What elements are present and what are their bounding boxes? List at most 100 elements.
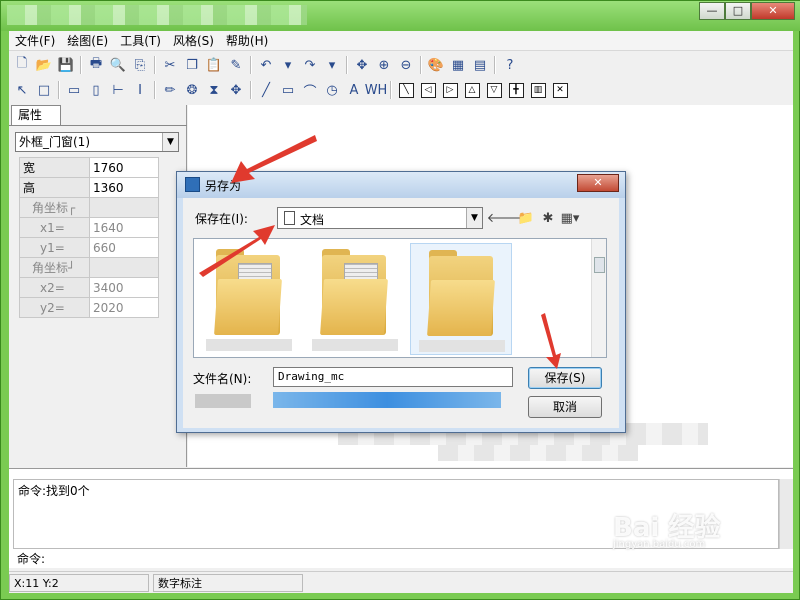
open-folder-icon[interactable]: 📂 <box>33 54 55 76</box>
cancel-button[interactable]: 取消 <box>528 396 602 418</box>
pane-diagonal-icon[interactable]: ╲ <box>395 79 417 101</box>
lookin-select[interactable]: 文档 ▼ <box>277 207 483 229</box>
pane-left-icon[interactable]: ◁ <box>417 79 439 101</box>
line-icon[interactable]: ╱ <box>255 79 277 101</box>
horizontal-bar-icon[interactable]: ⊢ <box>107 79 129 101</box>
print-preview-icon[interactable]: 🔍 <box>107 54 129 76</box>
move-icon[interactable]: ✥ <box>225 79 247 101</box>
document-icon <box>284 211 295 225</box>
new-folder-icon[interactable]: ✱ <box>537 208 559 228</box>
pane-cross-icon[interactable]: ╋ <box>505 79 527 101</box>
report-icon[interactable]: ▤ <box>469 54 491 76</box>
pan-icon[interactable]: ✥ <box>351 54 373 76</box>
dialog-title: 另存为 <box>205 179 242 193</box>
node-icon[interactable]: ❂ <box>181 79 203 101</box>
menu-style[interactable]: 风格(S) <box>167 32 220 49</box>
export-icon[interactable]: ⎘ <box>129 54 151 76</box>
mirror-icon[interactable]: ⧗ <box>203 79 225 101</box>
property-group-corner1[interactable]: 角坐标┌ <box>19 197 90 218</box>
property-value-y2[interactable]: 2020 <box>89 297 159 318</box>
tab-properties[interactable]: 属性 <box>11 105 61 125</box>
palette-icon[interactable]: 🎨 <box>425 54 447 76</box>
pane-up-icon[interactable]: △ <box>461 79 483 101</box>
filename-input[interactable]: Drawing_mc <box>273 367 513 387</box>
chevron-down-icon[interactable]: ▼ <box>466 208 482 228</box>
property-value-x1[interactable]: 1640 <box>89 217 159 238</box>
properties-body: 外框_门窗(1) ▼ 宽 1760 高 1360 角坐标┌ x1= 1640 y… <box>9 125 187 465</box>
list-item[interactable] <box>198 243 300 355</box>
rectangle-select-icon[interactable]: □ <box>33 79 55 101</box>
text-icon[interactable]: A <box>343 79 365 101</box>
property-value-y1[interactable]: 660 <box>89 237 159 258</box>
paste-icon[interactable]: 📋 <box>203 54 225 76</box>
property-key-height: 高 <box>19 177 90 198</box>
copy-icon[interactable]: ❐ <box>181 54 203 76</box>
print-icon[interactable]: 🖶 <box>85 54 107 76</box>
pane-down-icon[interactable]: ▽ <box>483 79 505 101</box>
list-item[interactable] <box>410 243 512 355</box>
property-value-x2[interactable]: 3400 <box>89 277 159 298</box>
property-grid: 宽 1760 高 1360 角坐标┌ x1= 1640 y1= 660 角坐标┘… <box>19 157 159 318</box>
pane-x-icon[interactable]: ✕ <box>549 79 571 101</box>
close-button[interactable]: ✕ <box>751 2 795 20</box>
vertical-bar-icon[interactable]: I <box>129 79 151 101</box>
property-row: 宽 1760 <box>19 157 159 178</box>
property-row: x2= 3400 <box>19 277 159 298</box>
undo-icon[interactable]: ↶ <box>255 54 277 76</box>
menu-tools[interactable]: 工具(T) <box>114 32 167 49</box>
undo-dropdown-icon[interactable]: ▾ <box>277 54 299 76</box>
arc-icon[interactable]: ⌒ <box>299 79 321 101</box>
dimension-icon[interactable]: WH <box>365 79 388 101</box>
circle-icon[interactable]: ◷ <box>321 79 343 101</box>
file-list[interactable] <box>193 238 607 358</box>
command-output-text: 命令:找到0个 <box>18 484 90 498</box>
minimize-button[interactable]: — <box>699 2 725 20</box>
brush-icon[interactable]: ✎ <box>225 54 247 76</box>
zoom-in-icon[interactable]: ⊕ <box>373 54 395 76</box>
up-folder-icon[interactable]: 📁 <box>515 208 537 228</box>
toolbar-separator <box>420 56 422 74</box>
property-value-width[interactable]: 1760 <box>89 157 159 178</box>
property-key-y1: y1= <box>19 237 90 258</box>
calculator-icon[interactable]: ▦ <box>447 54 469 76</box>
save-button[interactable]: 保存(S) <box>528 367 602 389</box>
vertical-frame-icon[interactable]: ▯ <box>85 79 107 101</box>
file-list-scrollbar[interactable] <box>591 239 606 357</box>
chevron-down-icon[interactable]: ▼ <box>162 133 178 151</box>
new-file-icon[interactable]: 🗋 <box>11 54 33 76</box>
menu-help[interactable]: 帮助(H) <box>220 32 274 49</box>
toolbar-separator <box>250 56 252 74</box>
zoom-out-icon[interactable]: ⊖ <box>395 54 417 76</box>
pane-right-icon[interactable]: ▷ <box>439 79 461 101</box>
property-group-corner2[interactable]: 角坐标┘ <box>19 257 90 278</box>
property-group-empty <box>89 197 159 218</box>
list-item[interactable] <box>304 243 406 355</box>
dialog-title-bar: 另存为 ✕ <box>177 172 625 198</box>
cut-icon[interactable]: ✂ <box>159 54 181 76</box>
scrollbar-thumb[interactable] <box>594 257 605 273</box>
rect-icon[interactable]: ▭ <box>277 79 299 101</box>
command-scrollbar[interactable] <box>779 479 793 549</box>
maximize-button[interactable]: □ <box>725 2 751 20</box>
menu-draw[interactable]: 绘图(E) <box>61 32 114 49</box>
pencil-icon[interactable]: ✏ <box>159 79 181 101</box>
property-row: y1= 660 <box>19 237 159 258</box>
dialog-close-button[interactable]: ✕ <box>577 174 619 192</box>
property-value-height[interactable]: 1360 <box>89 177 159 198</box>
object-select[interactable]: 外框_门窗(1) ▼ <box>15 132 179 152</box>
view-menu-icon[interactable]: ▦▾ <box>559 208 581 228</box>
pane-grid-icon[interactable]: ▥ <box>527 79 549 101</box>
save-icon[interactable]: 💾 <box>55 54 77 76</box>
menu-file[interactable]: 文件(F) <box>9 32 61 49</box>
properties-panel: 属性 外框_门窗(1) ▼ 宽 1760 高 1360 角坐标┌ x1= 164… <box>9 105 187 467</box>
property-key-y2: y2= <box>19 297 90 318</box>
horizontal-frame-icon[interactable]: ▭ <box>63 79 85 101</box>
select-arrow-icon[interactable]: ↖ <box>11 79 33 101</box>
help-icon[interactable]: ? <box>499 54 521 76</box>
watermark-url: jingyan.baidu.com <box>613 539 706 550</box>
command-input[interactable]: 命令: <box>13 551 779 567</box>
redo-icon[interactable]: ↷ <box>299 54 321 76</box>
redo-dropdown-icon[interactable]: ▾ <box>321 54 343 76</box>
back-arrow-icon[interactable]: 🡐 <box>487 208 522 228</box>
filetype-select[interactable] <box>273 392 501 408</box>
